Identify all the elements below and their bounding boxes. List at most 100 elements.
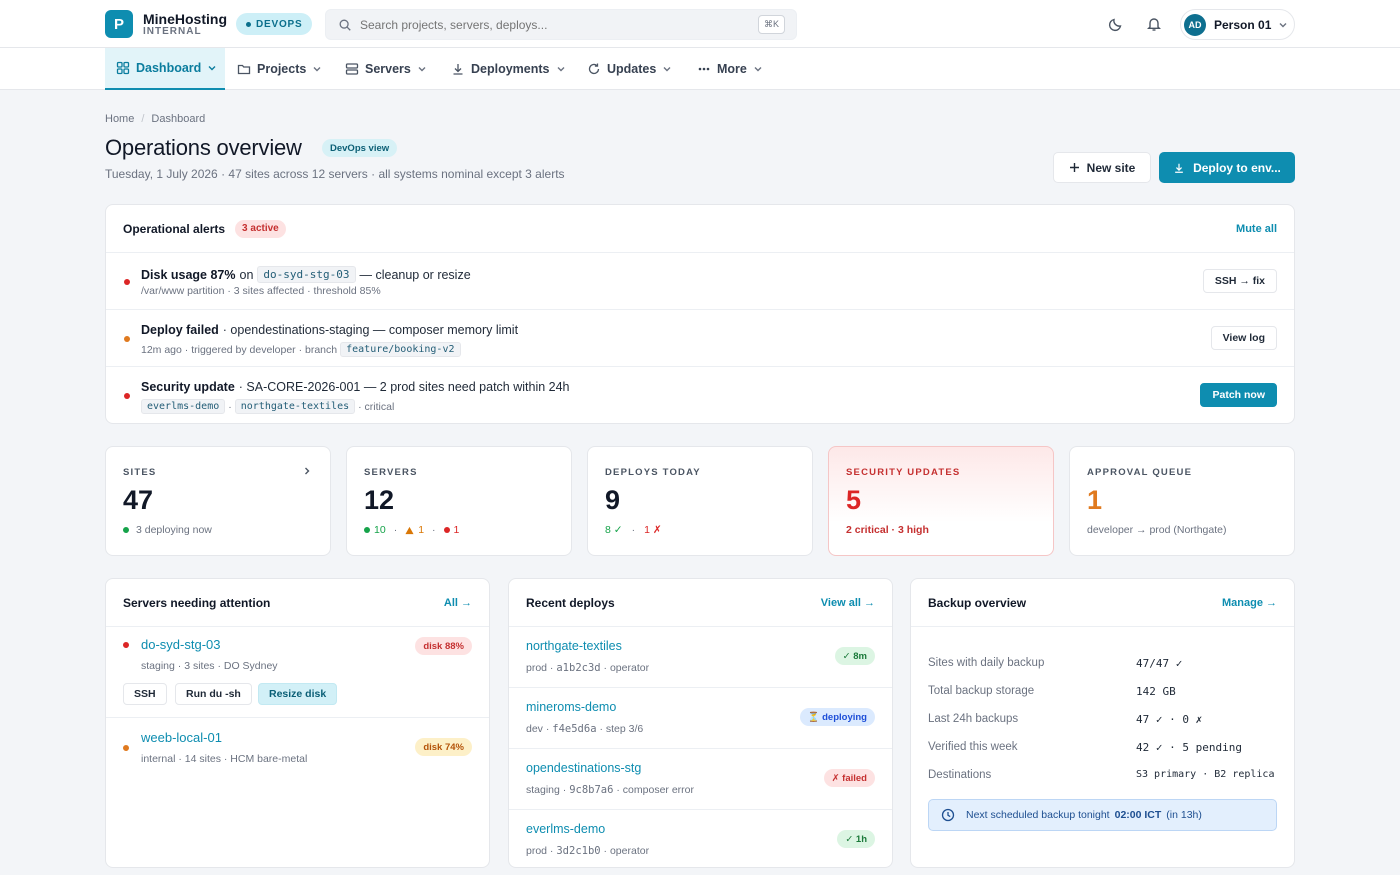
resize-disk-button[interactable]: Resize disk [258, 683, 338, 705]
notifications-button[interactable] [1144, 14, 1164, 34]
server-name-link[interactable]: weeb-local-01 [141, 730, 222, 745]
view-all-deploys-link[interactable]: View all → [821, 597, 875, 609]
servers-attention-title: Servers needing attention [123, 595, 271, 610]
chevron-down-icon [557, 67, 564, 72]
stat-footer: 2 critical · 3 high [846, 524, 929, 536]
disk-usage-badge: disk 88% [415, 637, 472, 655]
stat-footer: 10 · 1 · 1 [364, 524, 459, 536]
grid-icon [116, 61, 130, 75]
alert-title: Security update [141, 380, 235, 394]
backup-stat-value: 42 ✓ · 5 pending [1136, 741, 1242, 754]
error-dot-icon [443, 527, 450, 533]
new-site-button[interactable]: New site [1053, 152, 1151, 183]
dots-icon [698, 67, 710, 71]
theme-toggle-button[interactable] [1106, 14, 1126, 34]
chevron-down-icon [313, 67, 321, 72]
deploy-row: northgate-textiles prod · a1b2c3d · oper… [509, 627, 892, 688]
mute-all-link[interactable]: Mute all [1236, 223, 1277, 235]
patch-now-button[interactable]: Patch now [1200, 383, 1277, 407]
moon-icon [1108, 18, 1122, 32]
stat-value: 47 [123, 485, 154, 515]
deploy-actor: · operator [603, 845, 650, 857]
user-menu[interactable]: AD Person 01 [1180, 9, 1295, 40]
chevron-right-icon [305, 467, 310, 475]
server-name-link[interactable]: do-syd-stg-03 [141, 637, 220, 652]
deploy-site-link[interactable]: opendestinations-stg [526, 761, 641, 775]
servers-attention-card: Servers needing attention All → do-syd-s… [105, 578, 490, 868]
ssh-button[interactable]: SSH [123, 683, 167, 705]
search-bar[interactable]: ⌘K [325, 9, 797, 40]
manage-backups-link[interactable]: Manage → [1222, 597, 1277, 609]
warning-icon [405, 526, 414, 534]
deploy-site-link[interactable]: northgate-textiles [526, 639, 622, 653]
status-dot-icon [123, 527, 129, 533]
deploy-row: everlms-demo prod · 3d2c1b0 · operator ✓… [509, 810, 892, 871]
disk-usage-badge: disk 74% [415, 738, 472, 756]
user-name: Person 01 [1214, 17, 1272, 32]
stat-footer-text: 3 deploying now [136, 524, 212, 536]
run-du-button[interactable]: Run du -sh [175, 683, 252, 705]
stat-footer: developer → prod (Northgate) [1087, 524, 1227, 536]
tab-more[interactable]: More [697, 48, 763, 90]
server-meta: internal · 14 sites · HCM bare-metal [141, 753, 308, 765]
severity-dot-icon [124, 336, 130, 342]
tab-projects[interactable]: Projects [237, 48, 322, 90]
backup-stat-label: Sites with daily backup [928, 657, 1045, 669]
deploy-button[interactable]: Deploy to env... [1159, 152, 1295, 183]
severity-dot-icon [123, 745, 129, 751]
stat-label: SERVERS [364, 467, 418, 478]
all-servers-link[interactable]: All → [444, 597, 472, 609]
stat-label: APPROVAL QUEUE [1087, 467, 1193, 478]
alert-details: everlms-demo · northgate-textiles · crit… [141, 399, 394, 414]
backup-stat-row: Total backup storage 142 GB [928, 685, 1277, 698]
servers-attention-header: Servers needing attention All → [106, 579, 489, 627]
deploy-status-badge: ⏳ deploying [799, 708, 875, 726]
deploy-site-link[interactable]: mineroms-demo [526, 700, 616, 714]
search-input[interactable] [360, 17, 740, 32]
backup-stat-value: S3 primary · B2 replica [1136, 769, 1275, 780]
error-count: 1 [453, 524, 460, 536]
stat-card-deploys[interactable]: DEPLOYS TODAY 9 8 ✓ · 1 ✗ [587, 446, 813, 556]
tab-servers[interactable]: Servers [345, 48, 427, 90]
backup-stat-row: Verified this week 42 ✓ · 5 pending [928, 741, 1277, 754]
separator: · [393, 524, 398, 536]
tab-dashboard[interactable]: Dashboard [105, 48, 225, 90]
alert-row: Deploy failed · opendestinations-staging… [106, 310, 1294, 367]
deploy-env: prod · [526, 662, 554, 674]
commit-hash: 3d2c1b0 [556, 845, 601, 857]
plus-icon [1069, 163, 1079, 172]
backup-overview-card: Backup overview Manage → Sites with dail… [910, 578, 1295, 868]
alerts-title: Operational alerts [123, 221, 226, 236]
stat-footer: 8 ✓ · 1 ✗ [605, 524, 662, 536]
recent-deploys-card: Recent deploys View all → northgate-text… [508, 578, 893, 868]
backup-title: Backup overview [928, 595, 1027, 610]
server-icon [345, 63, 359, 75]
commit-hash: a1b2c3d [556, 662, 601, 674]
view-log-button[interactable]: View log [1210, 326, 1277, 350]
tab-updates[interactable]: Updates [587, 48, 672, 90]
chevron-down-icon [1279, 22, 1287, 27]
brand-logo[interactable]: P [105, 10, 133, 38]
stat-card-security[interactable]: SECURITY UPDATES 5 2 critical · 3 high [828, 446, 1054, 556]
alert-title: Deploy failed [141, 323, 219, 337]
server-meta: staging · 3 sites · DO Sydney [141, 660, 278, 672]
page-title: Operations overview [105, 135, 302, 160]
stat-label: SITES [123, 467, 157, 478]
alert-details-text: 12m ago · triggered by developer · branc… [141, 343, 338, 356]
status-dot-icon [364, 527, 370, 533]
alert-row: Security update · SA-CORE-2026-001 — 2 p… [106, 367, 1294, 424]
breadcrumb-home[interactable]: Home [105, 113, 134, 125]
tab-deployments[interactable]: Deployments [451, 48, 566, 90]
deploy-env: staging · [526, 784, 567, 796]
tab-label: Servers [365, 62, 411, 76]
server-row: do-syd-stg-03 staging · 3 sites · DO Syd… [106, 627, 489, 718]
deploy-row: mineroms-demo dev · f4e5d6a · step 3/6 ⏳… [509, 688, 892, 749]
stat-card-sites[interactable]: SITES 47 3 deploying now [105, 446, 331, 556]
new-site-label: New site [1086, 160, 1136, 175]
deploy-actor: · operator [603, 662, 650, 674]
deploy-site-link[interactable]: everlms-demo [526, 822, 605, 836]
stat-card-servers[interactable]: SERVERS 12 10 · 1 · 1 [346, 446, 572, 556]
deploy-error: · composer error [616, 784, 694, 796]
stat-card-approval[interactable]: APPROVAL QUEUE 1 developer → prod (North… [1069, 446, 1295, 556]
ssh-fix-button[interactable]: SSH → fix [1202, 269, 1277, 293]
